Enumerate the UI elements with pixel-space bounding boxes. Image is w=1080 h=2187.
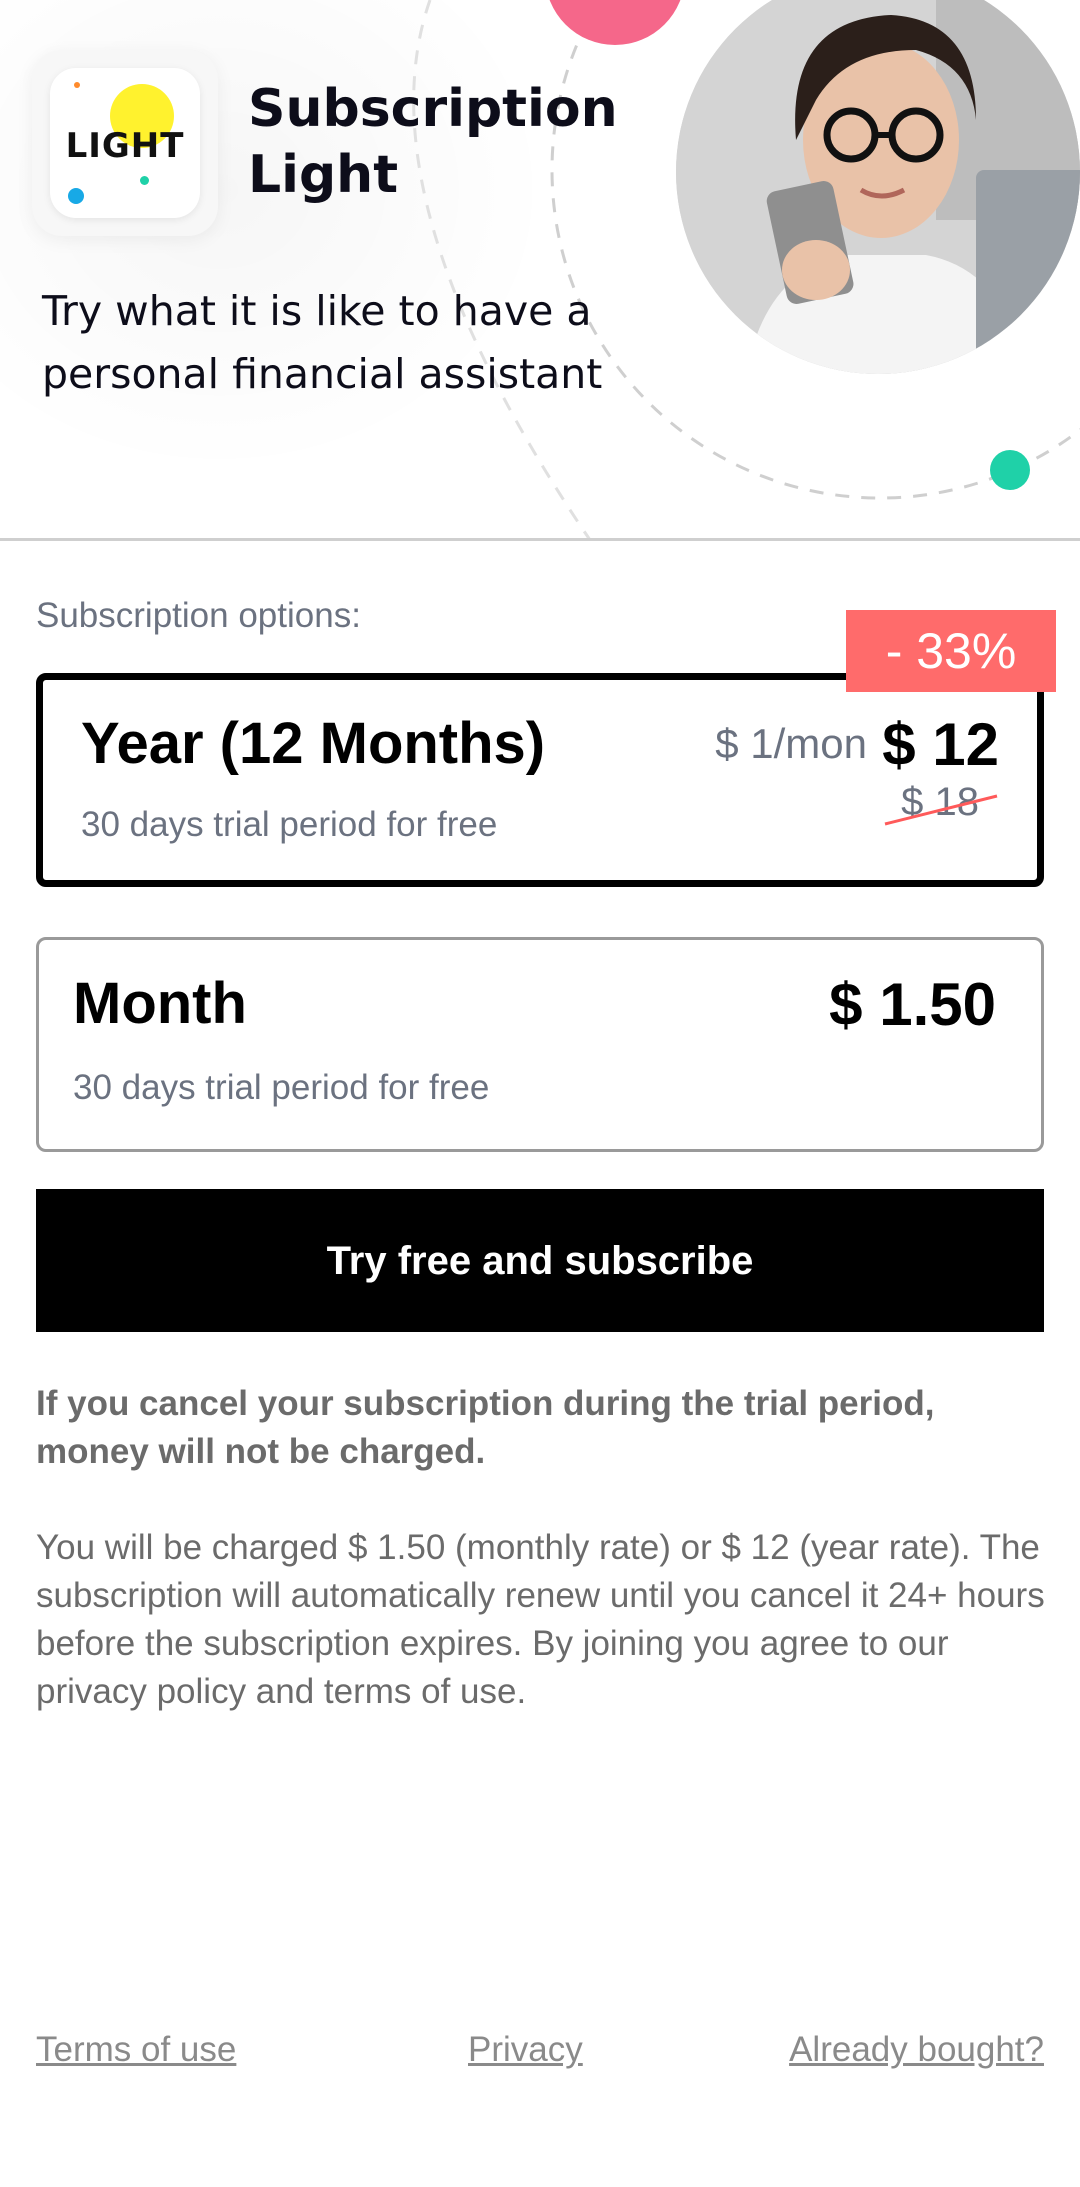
plan-name: Year (12 Months)	[81, 711, 546, 776]
strikethrough-line	[884, 794, 998, 826]
privacy-link[interactable]: Privacy	[468, 2030, 583, 2070]
teal-accent-dot	[990, 450, 1030, 490]
page-title: Subscription Light	[248, 79, 618, 205]
plan-trial-text: 30 days trial period for free	[81, 805, 498, 844]
app-icon-frame: LIGHT	[32, 50, 218, 236]
cancel-notice: If you cancel your subscription during t…	[36, 1384, 935, 1471]
restore-purchase-link[interactable]: Already bought?	[789, 2030, 1044, 2070]
plan-price: $ 12	[882, 711, 999, 778]
options-label: Subscription options:	[36, 596, 361, 635]
logo-blue-dot	[68, 188, 84, 204]
logo-wordmark: LIGHT	[65, 126, 185, 166]
subscribe-button[interactable]: Try free and subscribe	[36, 1189, 1044, 1332]
header-divider	[0, 538, 1080, 541]
app-logo-icon: LIGHT	[50, 68, 200, 218]
plan-monthly-equivalent: $ 1/mon	[715, 720, 867, 767]
logo-teal-dot	[140, 176, 149, 185]
plan-option-year[interactable]: Year (12 Months) 30 days trial period fo…	[36, 673, 1044, 887]
plan-name: Month	[73, 971, 247, 1036]
profile-photo	[676, 0, 1080, 374]
plan-price: $ 1.50	[829, 971, 996, 1038]
plan-option-month[interactable]: Month 30 days trial period for free $ 1.…	[36, 937, 1044, 1152]
tagline: Try what it is like to have a personal f…	[42, 287, 603, 398]
discount-badge: - 33%	[846, 610, 1056, 692]
billing-terms: You will be charged $ 1.50 (monthly rate…	[36, 1528, 1045, 1711]
plan-trial-text: 30 days trial period for free	[73, 1068, 490, 1107]
logo-orange-dot	[74, 82, 80, 88]
terms-of-use-link[interactable]: Terms of use	[36, 2030, 236, 2070]
subscription-screen: LIGHT Subscription Light Try what it is …	[0, 0, 1080, 2187]
hero-header: LIGHT Subscription Light Try what it is …	[0, 0, 1080, 540]
